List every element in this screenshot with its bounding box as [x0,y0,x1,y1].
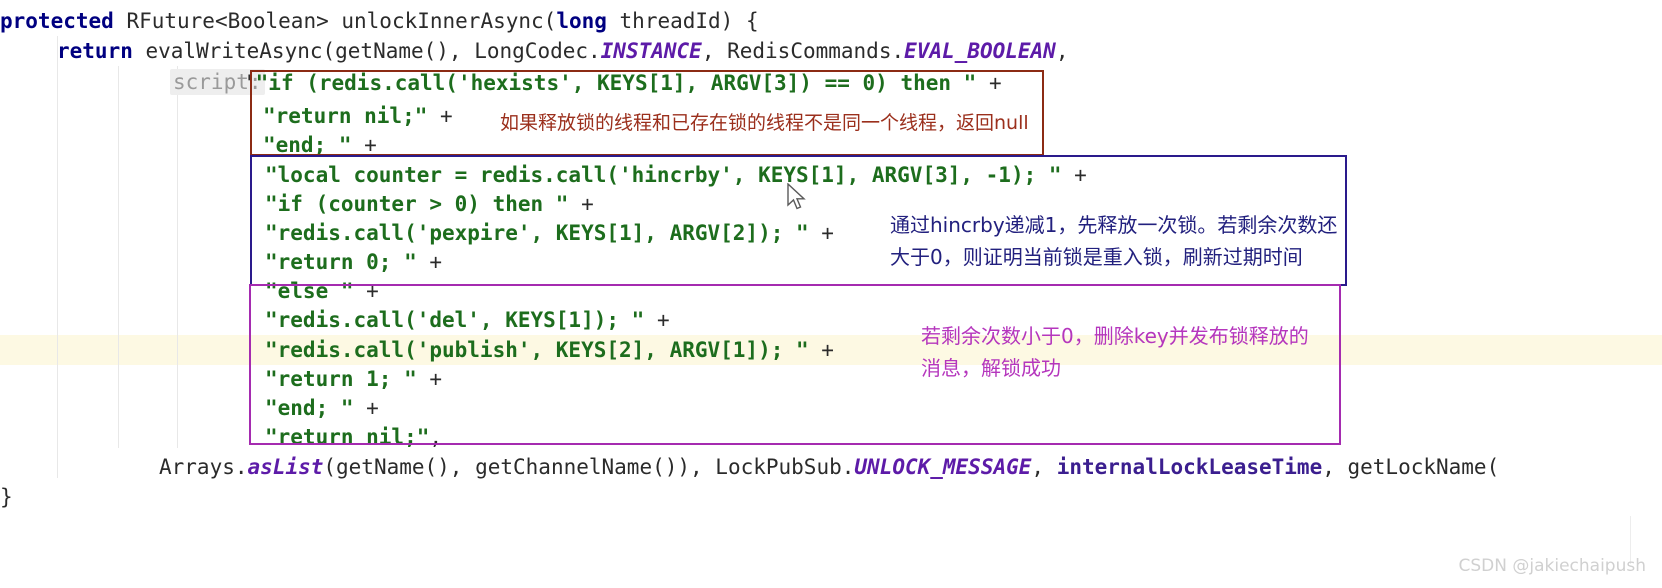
code-token: + [568,192,594,216]
code-token: INSTANCE [600,39,702,63]
code-token: + [416,250,443,274]
code-token: "return nil;" [265,425,430,449]
code-token: , [1055,39,1069,63]
code-token: threadId) { [606,9,759,33]
code-token: "redis.call('del', KEYS[1]); " [265,308,645,332]
code-token: "return nil;" [263,104,428,128]
code-token: "local counter = redis.call('hincrby', K… [265,163,1062,187]
code-token: protected [0,9,127,33]
csdn-watermark: CSDN @jakiechaipush [1458,556,1647,576]
code-line-script-8[interactable]: "else " + [265,276,379,306]
code-token: , getLockName( [1322,455,1500,479]
code-token: "if (counter > 0) then " [265,192,569,216]
code-line-script-13[interactable]: "return nil;", [265,422,442,452]
code-token: + [644,308,670,332]
code-editor-canvas[interactable]: protected RFuture<Boolean> unlockInnerAs… [0,0,1662,588]
code-line-script-5[interactable]: "if (counter > 0) then " + [265,189,594,219]
code-line-script-6[interactable]: "redis.call('pexpire', KEYS[1], ARGV[2])… [265,218,834,248]
code-token: EVAL_BOOLEAN [904,39,1056,63]
annotation-text-purple-line-2: 消息，解锁成功 [921,356,1061,380]
code-line-script-2[interactable]: "return nil;" + [263,101,453,131]
code-token: + [1061,163,1087,187]
annotation-text-navy-line-1: 通过hincrby递减1，先释放一次锁。若剩余次数还 [890,213,1338,237]
code-token: + [353,396,379,420]
code-token: "redis.call('publish', KEYS[2], ARGV[1])… [265,338,809,362]
code-line-return-evalwriteasync[interactable]: return evalWriteAsync(getName(), LongCod… [57,36,1068,66]
code-token: "redis.call('pexpire', KEYS[1], ARGV[2])… [265,221,809,245]
code-token: + [808,221,834,245]
code-token: "if (redis.call('hexists', KEYS[1], ARGV… [255,71,977,95]
code-line-method-signature[interactable]: protected RFuture<Boolean> unlockInnerAs… [0,6,759,36]
code-token: "return 0; " [265,250,417,274]
code-line-script-7[interactable]: "return 0; " + [265,247,442,277]
code-line-script-12[interactable]: "end; " + [265,393,379,423]
code-token: UNLOCK_MESSAGE [854,455,1032,479]
code-line-script-9[interactable]: "redis.call('del', KEYS[1]); " + [265,305,670,335]
annotation-text-red-line-1: 如果释放锁的线程和已存在锁的线程不是同一个线程，返回null [500,112,1029,134]
code-token: "return 1; " [265,367,417,391]
code-token: } [0,485,13,509]
mouse-pointer-icon [787,183,806,210]
annotation-text-purple-line-1: 若剩余次数小于0，删除key并发布锁释放的 [921,324,1309,348]
indent-guide-1 [57,36,58,478]
code-token: ' [243,71,256,95]
code-token: return [57,39,133,63]
code-token: Arrays. [159,455,248,479]
code-token: + [427,104,453,128]
code-token: internalLockLeaseTime [1056,455,1323,479]
code-token: , [1031,455,1057,479]
code-line-script-1[interactable]: '"if (redis.call('hexists', KEYS[1], ARG… [243,68,1002,98]
code-line-script-10[interactable]: "redis.call('publish', KEYS[2], ARGV[1])… [265,335,834,365]
code-token: evalWriteAsync(getName(), LongCodec. [132,39,601,63]
code-token: + [351,133,377,157]
code-line-closing-brace[interactable]: } [0,482,13,512]
code-token: + [353,279,379,303]
code-token: + [808,338,834,362]
code-line-script-11[interactable]: "return 1; " + [265,364,442,394]
annotation-text-navy-line-2: 大于0，则证明当前锁是重入锁，刷新过期时间 [890,245,1303,269]
indent-guide-3 [177,66,178,448]
code-token: long [556,9,607,33]
code-token: + [976,71,1002,95]
code-token: "else " [265,279,354,303]
code-line-script-4[interactable]: "local counter = redis.call('hincrby', K… [265,160,1087,190]
code-line-script-3[interactable]: "end; " + [263,130,377,160]
code-token: + [416,367,443,391]
code-token: asList [247,455,324,479]
code-token: RFuture<Boolean> unlockInnerAsync( [126,9,557,33]
code-token: "end; " [263,133,352,157]
code-line-arrays-aslist[interactable]: Arrays.asList(getName(), getChannelName(… [159,452,1499,482]
code-token: (getName(), getChannelName()), LockPubSu… [323,455,855,479]
indent-guide-2 [118,66,119,448]
code-token: , RedisCommands. [701,39,905,63]
code-token: "end; " [265,396,354,420]
code-token: , [429,425,443,449]
